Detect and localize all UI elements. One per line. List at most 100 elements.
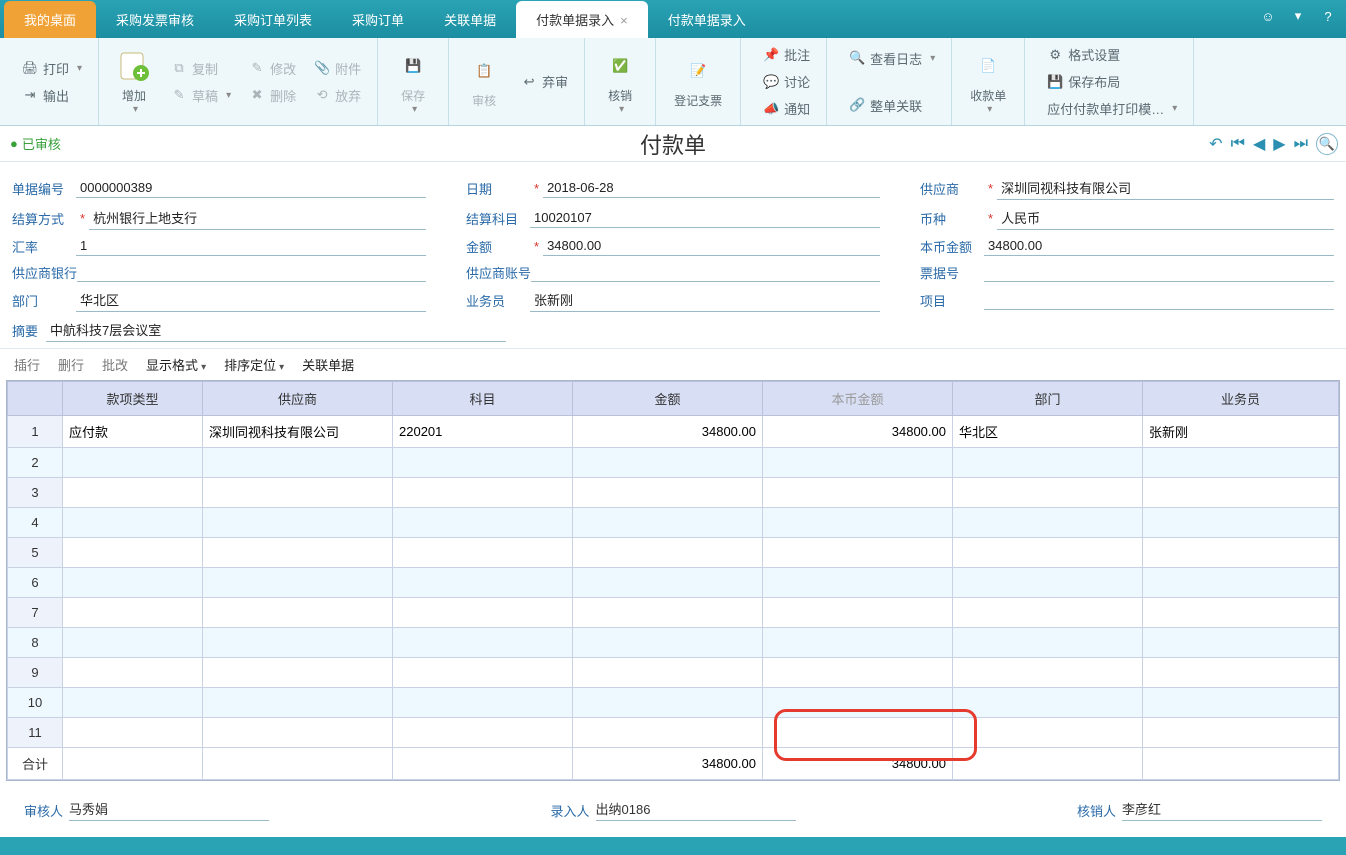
- date-field[interactable]: 2018-06-28: [543, 178, 880, 198]
- reg-cheque-button[interactable]: 📝 登记支票: [666, 50, 730, 113]
- cell-type[interactable]: [63, 658, 203, 688]
- col-account[interactable]: 科目: [393, 382, 573, 416]
- close-icon[interactable]: ×: [620, 13, 628, 28]
- cell-supplier[interactable]: [203, 448, 393, 478]
- cell-amount[interactable]: [573, 628, 763, 658]
- cell-supplier[interactable]: 深圳同视科技有限公司: [203, 416, 393, 448]
- settle-field[interactable]: 杭州银行上地支行: [89, 206, 426, 230]
- abandon-button[interactable]: ⟲放弃: [308, 83, 367, 108]
- table-row[interactable]: 10: [8, 688, 1339, 718]
- cell-amount[interactable]: [573, 538, 763, 568]
- tab-item[interactable]: 采购订单列表: [214, 1, 332, 38]
- insert-row-button[interactable]: 插行: [14, 355, 40, 374]
- notify-button[interactable]: 📣通知: [757, 96, 816, 121]
- writeoff-button[interactable]: ✅ 核销: [595, 45, 645, 119]
- prev-icon[interactable]: ◀: [1253, 134, 1265, 154]
- cell-supplier[interactable]: [203, 598, 393, 628]
- cell-local[interactable]: [763, 598, 953, 628]
- tab-item[interactable]: 付款单据录入: [648, 1, 766, 38]
- cell-account[interactable]: [393, 718, 573, 748]
- whole-rel-button[interactable]: 🔗整单关联: [843, 93, 941, 118]
- cell-sales[interactable]: [1143, 448, 1339, 478]
- cell-amount[interactable]: [573, 448, 763, 478]
- audit-button[interactable]: 📋 审核: [459, 50, 509, 113]
- cell-local[interactable]: [763, 538, 953, 568]
- bill-no-field[interactable]: [984, 262, 1334, 282]
- save-button[interactable]: 💾 保存: [388, 45, 438, 119]
- cell-local[interactable]: [763, 628, 953, 658]
- cell-dept[interactable]: [953, 478, 1143, 508]
- savelayout-button[interactable]: 💾保存布局: [1041, 69, 1183, 94]
- tab-item[interactable]: 关联单据: [424, 1, 516, 38]
- display-format-button[interactable]: 显示格式: [146, 355, 206, 374]
- cell-local[interactable]: [763, 478, 953, 508]
- writeoff-field[interactable]: 李彦红: [1122, 799, 1322, 821]
- cell-dept[interactable]: [953, 658, 1143, 688]
- output-button[interactable]: ⇥输出: [16, 83, 88, 108]
- auditor-field[interactable]: 马秀娟: [69, 799, 269, 821]
- cell-type[interactable]: [63, 478, 203, 508]
- cell-supplier[interactable]: [203, 568, 393, 598]
- tab-active[interactable]: 付款单据录入×: [516, 1, 648, 38]
- rate-field[interactable]: 1: [76, 236, 426, 256]
- col-local[interactable]: 本币金额: [763, 382, 953, 416]
- first-icon[interactable]: ⏮: [1231, 135, 1245, 153]
- col-sales[interactable]: 业务员: [1143, 382, 1339, 416]
- cell-amount[interactable]: [573, 598, 763, 628]
- last-icon[interactable]: ⏭: [1294, 135, 1308, 153]
- viewlog-button[interactable]: 🔍查看日志: [843, 46, 941, 71]
- cell-dept[interactable]: [953, 718, 1143, 748]
- cell-supplier[interactable]: [203, 688, 393, 718]
- cell-amount[interactable]: 34800.00: [573, 416, 763, 448]
- cell-dept[interactable]: [953, 598, 1143, 628]
- cell-dept[interactable]: [953, 568, 1143, 598]
- cell-type[interactable]: 应付款: [63, 416, 203, 448]
- dropdown-icon[interactable]: ▾: [1288, 6, 1308, 26]
- cell-sales[interactable]: 张新刚: [1143, 416, 1339, 448]
- cell-account[interactable]: [393, 508, 573, 538]
- cell-amount[interactable]: [573, 508, 763, 538]
- print-button[interactable]: 🖨打印: [16, 56, 88, 81]
- cell-sales[interactable]: [1143, 598, 1339, 628]
- cell-sales[interactable]: [1143, 628, 1339, 658]
- cell-type[interactable]: [63, 688, 203, 718]
- tab-mydesk[interactable]: 我的桌面: [4, 1, 96, 38]
- project-field[interactable]: [984, 290, 1334, 310]
- sort-button[interactable]: 排序定位: [224, 355, 284, 374]
- amount-field[interactable]: 34800.00: [543, 236, 880, 256]
- cell-dept[interactable]: [953, 628, 1143, 658]
- table-row[interactable]: 3: [8, 478, 1339, 508]
- cell-account[interactable]: [393, 598, 573, 628]
- table-row[interactable]: 4: [8, 508, 1339, 538]
- search-icon[interactable]: 🔍: [1316, 133, 1338, 155]
- cell-dept[interactable]: [953, 538, 1143, 568]
- cell-type[interactable]: [63, 598, 203, 628]
- col-amount[interactable]: 金额: [573, 382, 763, 416]
- cell-type[interactable]: [63, 538, 203, 568]
- cell-account[interactable]: [393, 688, 573, 718]
- add-button[interactable]: 增加: [109, 45, 159, 119]
- format-button[interactable]: ⚙格式设置: [1041, 42, 1183, 67]
- cell-amount[interactable]: [573, 568, 763, 598]
- table-row[interactable]: 5: [8, 538, 1339, 568]
- table-row[interactable]: 8: [8, 628, 1339, 658]
- discuss-button[interactable]: 💬讨论: [757, 69, 816, 94]
- cell-dept[interactable]: [953, 508, 1143, 538]
- cell-type[interactable]: [63, 508, 203, 538]
- cell-supplier[interactable]: [203, 628, 393, 658]
- cell-amount[interactable]: [573, 658, 763, 688]
- cell-account[interactable]: [393, 568, 573, 598]
- supplier-acct-field[interactable]: [531, 262, 880, 282]
- cell-supplier[interactable]: [203, 508, 393, 538]
- cell-account[interactable]: [393, 448, 573, 478]
- cell-local[interactable]: [763, 568, 953, 598]
- table-row[interactable]: 1 应付款 深圳同视科技有限公司 220201 34800.00 34800.0…: [8, 416, 1339, 448]
- discard-button[interactable]: ↩弃审: [515, 69, 574, 94]
- cell-supplier[interactable]: [203, 538, 393, 568]
- tab-item[interactable]: 采购发票审核: [96, 1, 214, 38]
- col-rownum[interactable]: [8, 382, 63, 416]
- next-icon[interactable]: ▶: [1273, 134, 1285, 154]
- cell-sales[interactable]: [1143, 688, 1339, 718]
- cell-supplier[interactable]: [203, 478, 393, 508]
- cell-amount[interactable]: [573, 718, 763, 748]
